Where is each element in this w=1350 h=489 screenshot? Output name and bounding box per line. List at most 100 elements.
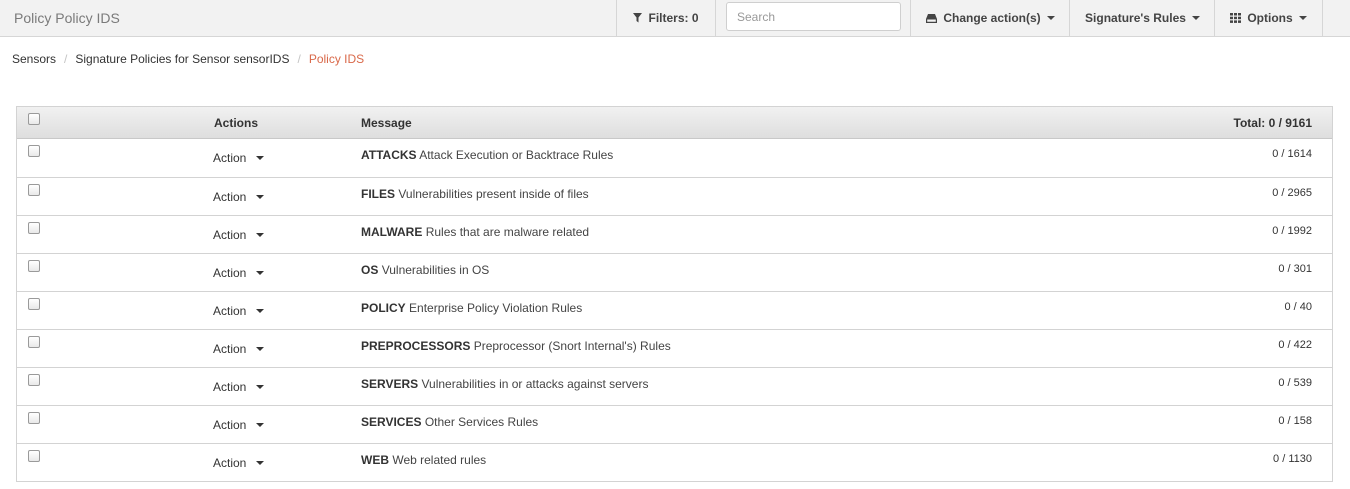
rules-table: Actions Message Total: 0 / 9161 Action AT… (16, 106, 1333, 482)
row-message: PREPROCESSORS Preprocessor (Snort Intern… (361, 339, 671, 353)
table-row: Action FILES Vulnerabilities present insi… (17, 177, 1332, 215)
table-row: Action ATTACKS Attack Execution or Backtr… (17, 139, 1332, 177)
action-label: Action (213, 380, 247, 394)
change-actions-label: Change action(s) (943, 11, 1041, 25)
row-count: 0 / 158 (1278, 415, 1312, 427)
change-actions-dropdown[interactable]: Change action(s) (910, 0, 1070, 36)
signature-rules-dropdown[interactable]: Signature's Rules (1069, 0, 1215, 36)
row-count: 0 / 2965 (1272, 187, 1312, 199)
row-category: PREPROCESSORS (361, 339, 471, 353)
search-input[interactable] (726, 2, 901, 31)
row-message: MALWARE Rules that are malware related (361, 225, 589, 239)
action-dropdown[interactable]: Action (213, 342, 265, 356)
row-checkbox[interactable] (28, 260, 40, 272)
action-label: Action (213, 304, 247, 318)
table-row: Action MALWARE Rules that are malware rel… (17, 215, 1332, 253)
row-description: Rules that are malware related (425, 225, 590, 239)
row-description: Vulnerabilities present inside of files (398, 187, 589, 201)
signature-rules-label: Signature's Rules (1085, 11, 1186, 25)
options-label: Options (1247, 11, 1293, 25)
table-header: Actions Message Total: 0 / 9161 (17, 107, 1332, 139)
filters-label: Filters: 0 (648, 11, 699, 25)
row-category: POLICY (361, 301, 406, 315)
row-description: Web related rules (392, 453, 487, 467)
row-checkbox[interactable] (28, 336, 40, 348)
caret-down-icon (1298, 16, 1307, 20)
breadcrumb: Sensors / Signature Policies for Sensor … (12, 52, 364, 66)
row-category: FILES (361, 187, 396, 201)
row-message: WEB Web related rules (361, 453, 486, 467)
caret-down-icon (256, 347, 265, 351)
caret-down-icon (256, 309, 265, 313)
options-dropdown[interactable]: Options (1214, 0, 1322, 36)
action-dropdown[interactable]: Action (213, 190, 265, 204)
row-checkbox[interactable] (28, 374, 40, 386)
caret-down-icon (256, 233, 265, 237)
table-row: Action OS Vulnerabilities in OS 0 / 301 (17, 253, 1332, 291)
row-count: 0 / 1614 (1272, 148, 1312, 160)
row-description: Other Services Rules (424, 415, 539, 429)
row-message: ATTACKS Attack Execution or Backtrace Ru… (361, 148, 613, 162)
row-description: Vulnerabilities in or attacks against se… (421, 377, 649, 391)
action-dropdown[interactable]: Action (213, 266, 265, 280)
row-checkbox[interactable] (28, 298, 40, 310)
caret-down-icon (256, 195, 265, 199)
action-label: Action (213, 456, 247, 470)
caret-down-icon (1191, 16, 1200, 20)
action-label: Action (213, 342, 247, 356)
select-all-checkbox[interactable] (28, 113, 40, 125)
row-message: SERVICES Other Services Rules (361, 415, 538, 429)
toolbar-divider (1322, 0, 1323, 36)
action-dropdown[interactable]: Action (213, 418, 265, 432)
table-row: Action SERVERS Vulnerabilities in or atta… (17, 367, 1332, 405)
table-body: Action ATTACKS Attack Execution or Backtr… (17, 139, 1332, 481)
row-description: Preprocessor (Snort Internal's) Rules (473, 339, 671, 353)
row-message: OS Vulnerabilities in OS (361, 263, 489, 277)
row-message: POLICY Enterprise Policy Violation Rules (361, 301, 582, 315)
caret-down-icon (256, 271, 265, 275)
grid-icon (1230, 13, 1242, 23)
table-row: Action PREPROCESSORS Preprocessor (Snort … (17, 329, 1332, 367)
action-dropdown[interactable]: Action (213, 151, 265, 165)
row-checkbox[interactable] (28, 450, 40, 462)
breadcrumb-separator: / (64, 52, 68, 66)
row-description: Vulnerabilities in OS (381, 263, 490, 277)
action-label: Action (213, 228, 247, 242)
breadcrumb-separator: / (297, 52, 301, 66)
table-row: Action POLICY Enterprise Policy Violation… (17, 291, 1332, 329)
row-checkbox[interactable] (28, 184, 40, 196)
action-dropdown[interactable]: Action (213, 304, 265, 318)
filter-icon (633, 13, 643, 23)
row-description: Enterprise Policy Violation Rules (409, 301, 583, 315)
header-message: Message (361, 116, 412, 130)
header-actions: Actions (214, 116, 259, 130)
row-category: SERVERS (361, 377, 419, 391)
row-checkbox[interactable] (28, 145, 40, 157)
row-description: Attack Execution or Backtrace Rules (419, 148, 614, 162)
breadcrumb-current: Policy IDS (308, 52, 365, 66)
row-count: 0 / 1992 (1272, 225, 1312, 237)
row-count: 0 / 301 (1278, 263, 1312, 275)
row-message: FILES Vulnerabilities present inside of … (361, 187, 589, 201)
action-dropdown[interactable]: Action (213, 228, 265, 242)
action-dropdown[interactable]: Action (213, 380, 265, 394)
action-dropdown[interactable]: Action (213, 456, 265, 470)
app-title: Policy Policy IDS (14, 10, 120, 26)
filters-button[interactable]: Filters: 0 (616, 0, 715, 36)
action-label: Action (213, 418, 247, 432)
row-checkbox[interactable] (28, 412, 40, 424)
row-checkbox[interactable] (28, 222, 40, 234)
header-total: Total: 0 / 9161 (1233, 116, 1312, 130)
row-category: WEB (361, 453, 389, 467)
row-message: SERVERS Vulnerabilities in or attacks ag… (361, 377, 648, 391)
caret-down-icon (256, 461, 265, 465)
action-label: Action (213, 190, 247, 204)
row-category: ATTACKS (361, 148, 417, 162)
top-bar: Policy Policy IDS Filters: 0 Change acti… (0, 0, 1350, 37)
breadcrumb-sensors[interactable]: Sensors (12, 52, 56, 66)
caret-down-icon (256, 423, 265, 427)
breadcrumb-signature-policies[interactable]: Signature Policies for Sensor sensorIDS (75, 52, 289, 66)
table-row: Action SERVICES Other Services Rules 0 / 1… (17, 405, 1332, 443)
row-count: 0 / 40 (1284, 301, 1312, 313)
caret-down-icon (256, 385, 265, 389)
